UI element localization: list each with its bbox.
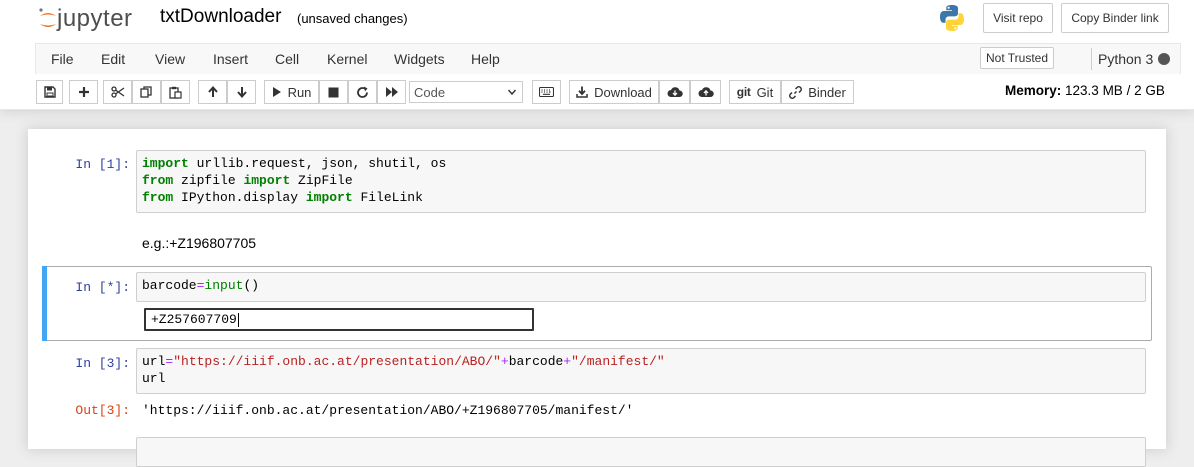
refresh-icon [357, 86, 368, 98]
cloud-download-button[interactable] [659, 80, 690, 104]
menu-edit[interactable]: Edit [101, 51, 125, 67]
cell-1-in-prompt: In [1]: [75, 157, 130, 172]
play-icon [272, 87, 281, 97]
scissors-icon [110, 86, 124, 98]
link-icon [789, 85, 803, 99]
stop-icon [328, 87, 339, 97]
binder-button[interactable]: Binder [781, 80, 854, 104]
notebook-container: In [1]: import urllib.request, json, shu… [28, 129, 1166, 467]
jupyter-logo-icon [39, 8, 56, 27]
kernel-busy-indicator-icon [1158, 53, 1170, 65]
cut-button[interactable] [103, 80, 132, 104]
menu-insert[interactable]: Insert [213, 51, 248, 67]
binder-label: Binder [808, 84, 846, 100]
move-up-button[interactable] [198, 80, 227, 104]
cell-3-output: 'https://iiif.onb.ac.at/presentation/ABO… [142, 403, 634, 418]
cell-3-out-prompt: Out[3]: [75, 403, 130, 418]
run-button[interactable]: Run [264, 80, 319, 104]
markdown-cell-text: e.g.:+Z196807705 [142, 235, 257, 251]
notebook-header: jupyter txtDownloader (unsaved changes) … [0, 0, 1194, 110]
cell-3-in-prompt: In [3]: [75, 356, 130, 371]
jupyter-logo[interactable]: jupyter [37, 4, 133, 34]
copy-button[interactable] [132, 80, 161, 104]
memory-usage: Memory: 123.3 MB / 2 GB [1005, 83, 1165, 98]
git-icon: git [736, 85, 751, 99]
save-status: (unsaved changes) [297, 11, 408, 26]
menu-cell[interactable]: Cell [275, 51, 299, 67]
cell-3-code-input[interactable]: url="https://iiif.onb.ac.at/presentation… [136, 348, 1146, 394]
arrow-up-icon [207, 86, 218, 97]
move-down-button[interactable] [227, 80, 256, 104]
python-logo-icon [940, 5, 964, 31]
plus-icon [78, 87, 89, 97]
paste-button[interactable] [161, 80, 190, 104]
cloud-upload-button[interactable] [690, 80, 721, 104]
copy-icon [140, 85, 152, 98]
stdin-input[interactable]: +Z257607709 [144, 308, 534, 331]
menubar: File Edit View Insert Cell Kernel Widget… [35, 43, 1181, 74]
interrupt-button[interactable] [319, 80, 348, 104]
command-palette-button[interactable] [532, 80, 561, 104]
visit-repo-button[interactable]: Visit repo [983, 3, 1053, 33]
save-icon [43, 86, 56, 98]
cell-1-code-input[interactable]: import urllib.request, json, shutil, os f… [136, 150, 1146, 213]
insert-cell-button[interactable] [69, 80, 98, 104]
cell-type-select[interactable]: Code [409, 81, 523, 103]
jupyter-logo-text: jupyter [57, 5, 133, 32]
chevron-down-icon [507, 89, 517, 96]
selected-cell-indicator [42, 266, 47, 341]
copy-binder-link-button[interactable]: Copy Binder link [1061, 3, 1169, 33]
git-button[interactable]: git Git [729, 80, 781, 104]
code-line: from IPython.display import FileLink [142, 190, 423, 205]
kernel-divider [1091, 48, 1092, 70]
keyboard-icon [539, 87, 554, 97]
cloud-upload-icon [698, 87, 714, 97]
download-icon [576, 86, 588, 98]
restart-run-all-button[interactable] [377, 80, 406, 104]
menu-widgets[interactable]: Widgets [394, 51, 445, 67]
code-line: import urllib.request, json, shutil, os [142, 156, 447, 171]
save-button[interactable] [36, 80, 63, 104]
code-line: url="https://iiif.onb.ac.at/presentation… [142, 354, 665, 369]
download-button[interactable]: Download [569, 80, 659, 104]
stdin-value: +Z257607709 [151, 312, 237, 327]
menu-view[interactable]: View [155, 51, 185, 67]
arrow-down-icon [236, 87, 247, 98]
git-label: Git [756, 84, 774, 100]
code-line: from zipfile import ZipFile [142, 173, 353, 188]
fast-forward-icon [385, 87, 398, 97]
cell-2-in-prompt: In [*]: [75, 280, 130, 295]
download-label: Download [594, 84, 652, 100]
cell-type-value: Code [414, 84, 446, 100]
paste-icon [169, 86, 182, 99]
notebook-title[interactable]: txtDownloader [160, 6, 281, 28]
cloud-download-icon [667, 87, 683, 97]
memory-label: Memory: [1005, 83, 1062, 98]
not-trusted-button[interactable]: Not Trusted [980, 47, 1055, 69]
menu-help[interactable]: Help [471, 51, 500, 67]
memory-value: 123.3 MB / 2 GB [1065, 83, 1165, 98]
menu-file[interactable]: File [51, 51, 74, 67]
text-caret [237, 312, 239, 327]
restart-button[interactable] [348, 80, 377, 104]
menu-kernel[interactable]: Kernel [327, 51, 367, 67]
code-line: url [142, 371, 166, 386]
run-label: Run [287, 84, 312, 100]
toolbar: Run Code Download git Git Binder Memory:… [35, 74, 1181, 110]
kernel-name: Python 3 [1098, 51, 1154, 67]
cell-2-code-input[interactable]: barcode=input() [136, 272, 1146, 302]
